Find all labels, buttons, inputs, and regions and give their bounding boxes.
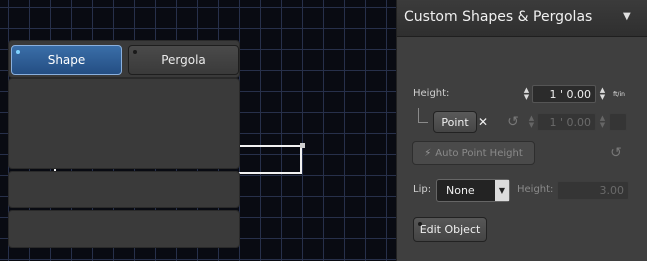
edit-section bbox=[8, 210, 240, 248]
lightning-icon: ⚡ bbox=[424, 147, 432, 159]
spin-down-icon[interactable]: ▼ bbox=[524, 94, 529, 101]
lip-select[interactable]: None ▼ bbox=[436, 179, 510, 202]
lip-selected-value: None bbox=[446, 184, 475, 197]
clear-point-icon[interactable]: ✕ bbox=[477, 114, 489, 130]
inactive-indicator-icon bbox=[133, 50, 137, 54]
spin-down-icon[interactable]: ▼ bbox=[600, 94, 605, 101]
unit-toggle-button[interactable]: ft/in bbox=[612, 86, 626, 102]
shape-edge-handle[interactable] bbox=[300, 143, 305, 148]
panel-title: Custom Shapes & Pergolas bbox=[404, 9, 593, 25]
panel-header: Custom Shapes & Pergolas ▼ bbox=[397, 0, 647, 37]
lip-height-input[interactable]: 3.00 bbox=[557, 181, 629, 200]
height-section bbox=[8, 78, 240, 169]
height-right-spinner[interactable]: ▲ ▼ bbox=[598, 85, 607, 103]
lip-label: Lip: bbox=[413, 184, 432, 195]
point-left-spinner[interactable]: ▲ ▼ bbox=[527, 113, 536, 131]
chevron-down-icon: ▼ bbox=[495, 180, 509, 201]
auto-point-height-label: Auto Point Height bbox=[435, 147, 523, 159]
tab-shape[interactable]: Shape bbox=[11, 45, 122, 75]
auto-point-height-button[interactable]: ⚡ Auto Point Height bbox=[412, 141, 535, 165]
spin-down-icon[interactable]: ▼ bbox=[600, 122, 605, 129]
tree-connector-line bbox=[418, 108, 428, 123]
panel-menu-dropdown-icon[interactable]: ▼ bbox=[623, 11, 631, 22]
indicator-icon bbox=[418, 222, 422, 226]
edit-object-button[interactable]: Edit Object bbox=[413, 217, 487, 242]
lip-height-value: 3.00 bbox=[599, 184, 625, 197]
edit-object-label: Edit Object bbox=[419, 223, 481, 236]
tab-shape-label: Shape bbox=[47, 53, 86, 67]
height-input[interactable]: 1 ' 0.00 bbox=[532, 85, 596, 103]
point-height-input[interactable]: 1 ' 0.00 bbox=[537, 113, 596, 131]
lip-section bbox=[8, 171, 240, 208]
height-value: 1 ' 0.00 bbox=[549, 87, 591, 101]
active-indicator-icon bbox=[16, 50, 20, 54]
point-unit-box bbox=[609, 113, 627, 131]
point-height-value: 1 ' 0.00 bbox=[549, 115, 591, 129]
point-right-spinner[interactable]: ▲ ▼ bbox=[598, 113, 607, 131]
tab-pergola[interactable]: Pergola bbox=[128, 45, 239, 75]
tab-pergola-label: Pergola bbox=[161, 53, 206, 67]
spin-down-icon[interactable]: ▼ bbox=[529, 122, 534, 129]
height-label: Height: bbox=[413, 88, 450, 99]
lip-height-label: Height: bbox=[517, 184, 554, 195]
reset-auto-height-icon[interactable]: ↺ bbox=[608, 144, 624, 162]
point-button[interactable]: Point bbox=[433, 111, 477, 133]
reset-point-icon[interactable]: ↺ bbox=[505, 113, 521, 131]
height-left-spinner[interactable]: ▲ ▼ bbox=[522, 85, 531, 103]
point-button-label: Point bbox=[441, 115, 469, 129]
